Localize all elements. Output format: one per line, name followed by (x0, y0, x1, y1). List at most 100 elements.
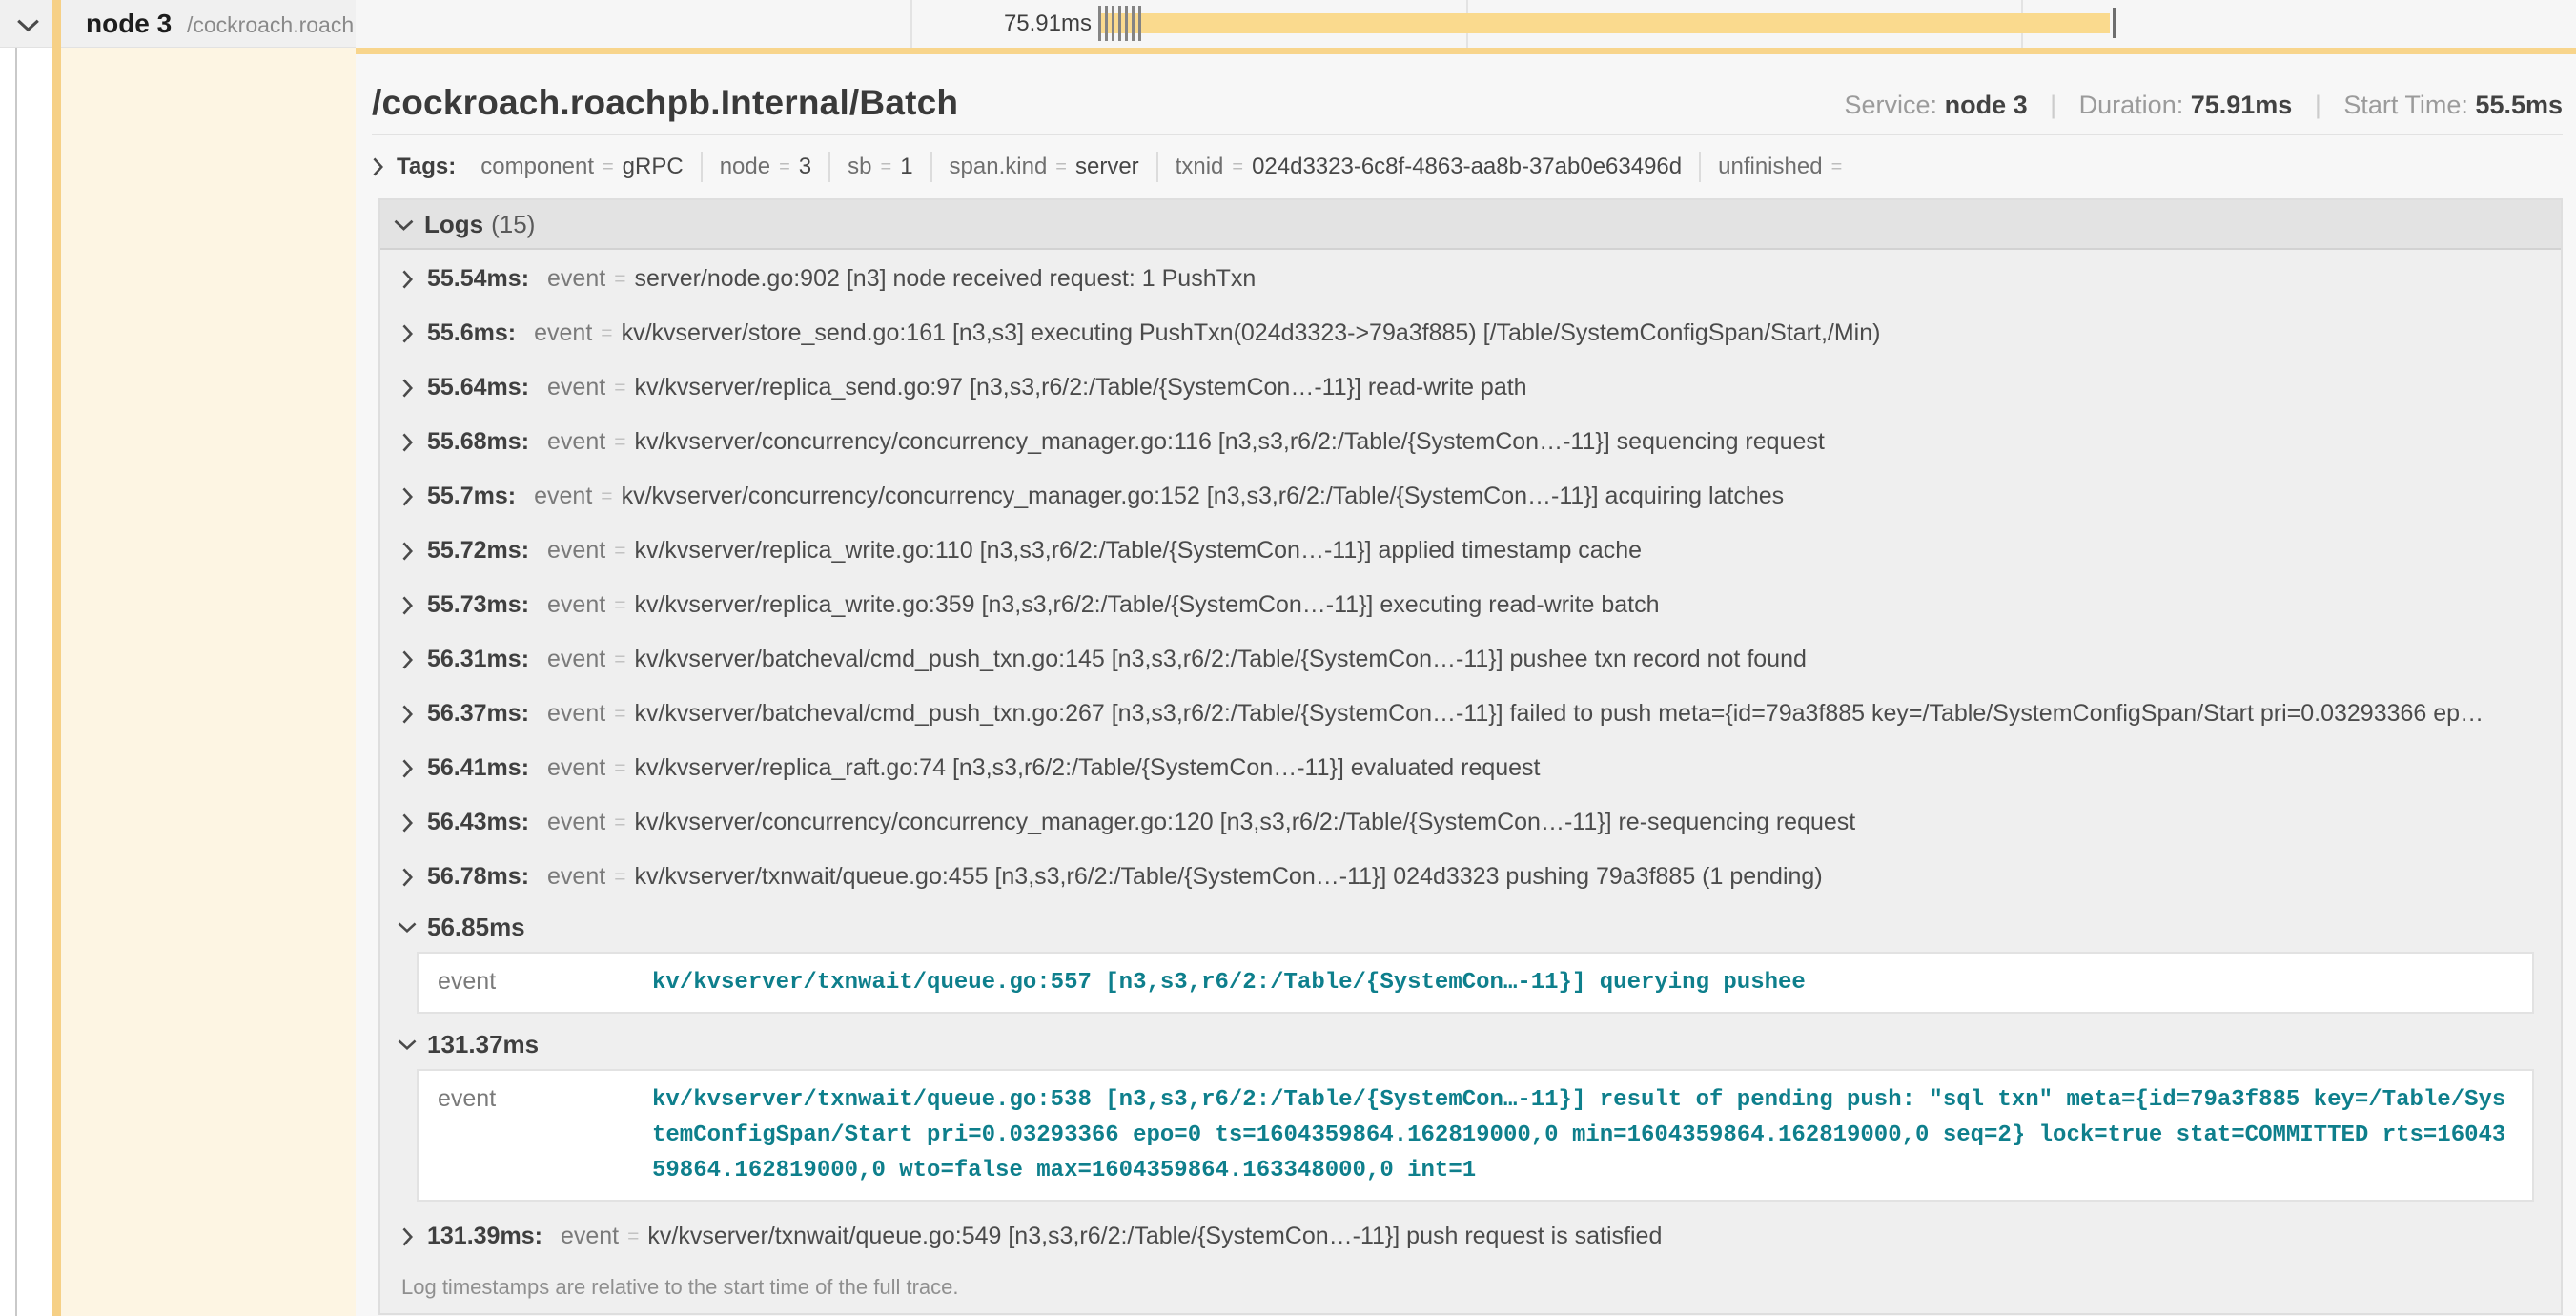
log-equals-sign: = (614, 866, 625, 889)
log-row-chevron-icon[interactable] (401, 542, 413, 561)
log-row[interactable]: 55.7ms: event = kv/kvserver/concurrency/… (401, 469, 2538, 524)
span-collapse-chevron-icon[interactable] (21, 13, 35, 36)
log-timestamp: 56.78ms: (427, 863, 529, 891)
log-event-box: event kv/kvserver/txnwait/queue.go:538 [… (417, 1069, 2534, 1202)
log-field-value: kv/kvserver/concurrency/concurrency_mana… (622, 483, 1785, 510)
tag-key: txnid (1176, 154, 1224, 180)
log-row-chevron-icon[interactable] (401, 270, 413, 289)
log-timestamp: 55.54ms: (427, 265, 529, 293)
trace-view-divider (15, 0, 17, 1316)
log-field-value: kv/kvserver/replica_write.go:359 [n3,s3,… (634, 591, 1659, 619)
tag-equals-sign: = (881, 156, 892, 178)
logs-footer-note: Log timestamps are relative to the start… (380, 1264, 2561, 1313)
log-group-chevron-icon[interactable] (401, 1035, 413, 1054)
tags-toggle[interactable]: Tags: (372, 154, 456, 180)
start-time-label: Start Time: (2343, 91, 2468, 119)
log-tick (1112, 6, 1114, 41)
span-color-bar (52, 0, 61, 1316)
log-row[interactable]: 55.68ms: event = kv/kvserver/concurrency… (401, 415, 2538, 469)
log-group: 56.85ms event kv/kvserver/txnwait/queue.… (401, 904, 2538, 1014)
log-field-value: kv/kvserver/replica_send.go:97 [n3,s3,r6… (634, 374, 1526, 401)
log-row-chevron-icon[interactable] (401, 487, 413, 506)
log-row[interactable]: 55.54ms: event = server/node.go:902 [n3]… (401, 252, 2538, 306)
span-bar[interactable] (1101, 13, 2110, 33)
log-field-value: kv/kvserver/batcheval/cmd_push_txn.go:26… (634, 700, 2484, 728)
log-field-key: event (534, 319, 592, 347)
tag-value: 1 (900, 154, 912, 180)
log-equals-sign: = (627, 1225, 639, 1248)
log-tick (1125, 6, 1128, 41)
log-timestamp: 55.7ms: (427, 483, 516, 510)
log-row-chevron-icon[interactable] (401, 705, 413, 724)
log-group-header[interactable]: 131.37ms (401, 1021, 2538, 1067)
log-row[interactable]: 55.64ms: event = kv/kvserver/replica_sen… (401, 360, 2538, 415)
log-equals-sign: = (614, 540, 625, 563)
log-timestamp: 56.37ms: (427, 700, 529, 728)
tag-key: sb (848, 154, 871, 180)
span-operation-name: /cockroach.roach… (187, 12, 376, 38)
log-equals-sign: = (614, 703, 625, 726)
log-row-chevron-icon[interactable] (401, 759, 413, 778)
log-field-key: event (547, 700, 605, 728)
tag-item: node = 3 (703, 152, 830, 182)
log-field-key: event (534, 483, 592, 510)
log-timestamp: 131.39ms: (427, 1223, 542, 1250)
log-field-key: event (547, 809, 605, 836)
tag-item: span.kind = server (932, 152, 1158, 182)
span-end-log-tick (2113, 8, 2116, 38)
log-equals-sign: = (614, 757, 625, 780)
log-field-key: event (547, 754, 605, 782)
log-row-chevron-icon[interactable] (401, 813, 413, 833)
log-field-key: event (547, 591, 605, 619)
log-equals-sign: = (614, 812, 625, 834)
log-row-chevron-icon[interactable] (401, 596, 413, 615)
tags-chevron-icon[interactable] (372, 157, 383, 176)
log-equals-sign: = (601, 485, 612, 508)
duration-label: Duration: (2079, 91, 2184, 119)
log-timestamp: 55.72ms: (427, 537, 529, 565)
log-field-value: kv/kvserver/replica_write.go:110 [n3,s3,… (634, 537, 1642, 565)
log-row[interactable]: 56.78ms: event = kv/kvserver/txnwait/que… (401, 850, 2538, 904)
start-time-value: 55.5ms (2475, 91, 2563, 119)
span-duration-label: 75.91ms (356, 10, 1092, 37)
log-row[interactable]: 56.37ms: event = kv/kvserver/batcheval/c… (401, 687, 2538, 741)
logs-count: (15) (491, 210, 535, 239)
log-row-chevron-icon[interactable] (401, 650, 413, 669)
log-row[interactable]: 55.72ms: event = kv/kvserver/replica_wri… (401, 524, 2538, 578)
log-row-chevron-icon[interactable] (401, 868, 413, 887)
log-row[interactable]: 56.43ms: event = kv/kvserver/concurrency… (401, 795, 2538, 850)
tag-key: span.kind (950, 154, 1048, 180)
logs-chevron-icon[interactable] (398, 215, 410, 235)
log-tick-cluster (1098, 6, 1141, 41)
log-event-value: kv/kvserver/txnwait/queue.go:538 [n3,s3,… (652, 1082, 2513, 1188)
span-title: /cockroach.roachpb.Internal/Batch (372, 83, 958, 123)
log-event-box: event kv/kvserver/txnwait/queue.go:557 [… (417, 952, 2534, 1014)
log-row[interactable]: 55.73ms: event = kv/kvserver/replica_wri… (401, 578, 2538, 632)
logs-header[interactable]: Logs (15) (380, 200, 2561, 250)
log-row-chevron-icon[interactable] (401, 433, 413, 452)
tag-value: 3 (799, 154, 811, 180)
log-timestamp: 55.73ms: (427, 591, 529, 619)
tag-item: component = gRPC (463, 152, 702, 182)
log-field-value: kv/kvserver/concurrency/concurrency_mana… (634, 809, 1855, 836)
log-group-chevron-icon[interactable] (401, 917, 413, 936)
log-row[interactable]: 131.39ms: event = kv/kvserver/txnwait/qu… (401, 1209, 2538, 1264)
log-row-chevron-icon[interactable] (401, 324, 413, 343)
tags-row: Tags: component = gRPC node = 3 sb = 1 s… (372, 147, 2563, 187)
tag-value: server (1075, 154, 1139, 180)
log-equals-sign: = (601, 322, 612, 345)
span-row[interactable]: node 3 /cockroach.roach… 75.91ms (0, 0, 2576, 48)
log-row-chevron-icon[interactable] (401, 379, 413, 398)
log-row[interactable]: 56.31ms: event = kv/kvserver/batcheval/c… (401, 632, 2538, 687)
span-timeline-cell[interactable]: 75.91ms (356, 0, 2576, 48)
log-group-header[interactable]: 56.85ms (401, 904, 2538, 950)
log-tick (1098, 6, 1101, 41)
service-label: Service: (1845, 91, 1938, 119)
log-row[interactable]: 56.41ms: event = kv/kvserver/replica_raf… (401, 741, 2538, 795)
log-field-key: event (547, 537, 605, 565)
tag-key: unfinished (1718, 154, 1822, 180)
log-row[interactable]: 55.6ms: event = kv/kvserver/store_send.g… (401, 306, 2538, 360)
log-field-value: kv/kvserver/concurrency/concurrency_mana… (634, 428, 1824, 456)
log-timestamp: 56.41ms: (427, 754, 529, 782)
log-row-chevron-icon[interactable] (401, 1227, 413, 1246)
